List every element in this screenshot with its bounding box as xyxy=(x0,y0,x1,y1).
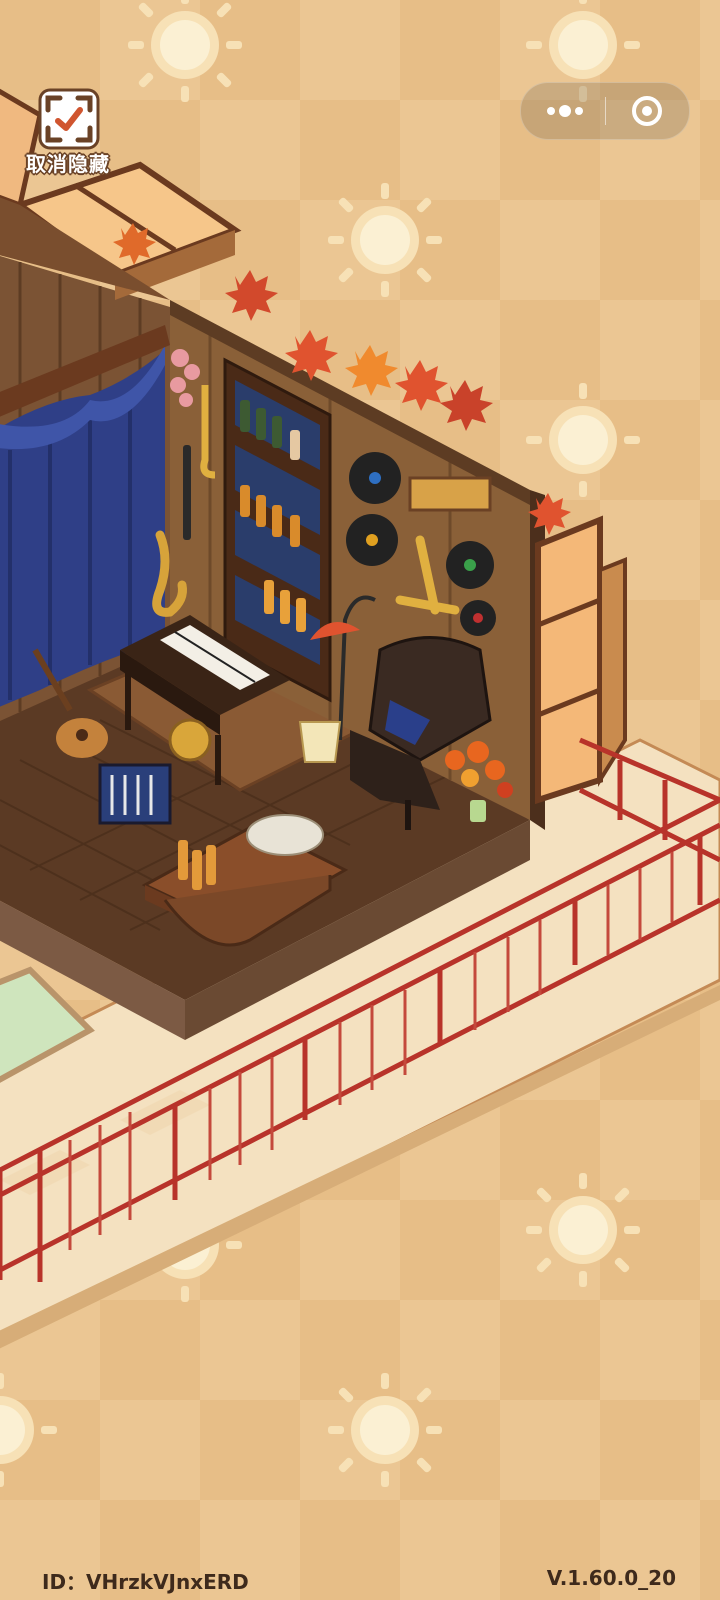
ice-bucket xyxy=(298,721,342,763)
more-button[interactable] xyxy=(521,83,605,139)
version-label: V.1.60.0_20 xyxy=(546,1566,676,1590)
user-id-label: ID：VHrzkVJnxERD xyxy=(42,1570,249,1594)
tuba xyxy=(168,718,212,762)
unhide-button[interactable]: 取消隐藏 xyxy=(16,88,120,180)
miniprogram-capsule xyxy=(520,82,690,140)
more-dots-icon xyxy=(547,105,583,117)
isometric-music-room[interactable] xyxy=(0,0,720,1600)
target-circle-icon xyxy=(632,96,662,126)
side-window xyxy=(535,515,627,805)
scan-frame-icon xyxy=(38,88,100,150)
unhide-label: 取消隐藏 xyxy=(26,152,110,176)
close-button[interactable] xyxy=(605,83,689,139)
